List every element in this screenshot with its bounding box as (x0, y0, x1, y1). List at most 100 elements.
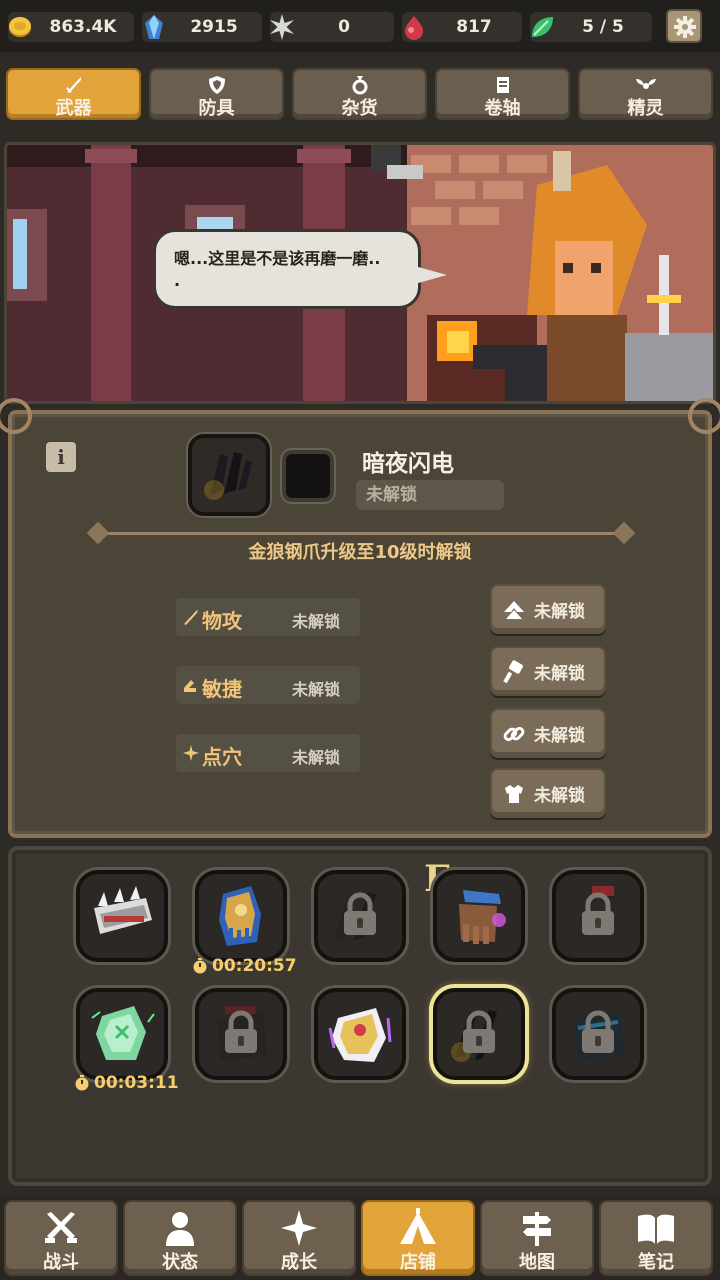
timer-value: 00:20:57 (212, 956, 297, 976)
craft-timer: 00:20:57 (192, 956, 297, 976)
stat-value: 未解锁 (292, 680, 341, 699)
crystal-counter[interactable]: 2915 (142, 12, 262, 42)
divider (92, 532, 632, 535)
inventory-slot-rune-glove[interactable] (433, 870, 525, 962)
star-value: 0 (338, 17, 350, 37)
selected-item-icon[interactable] (188, 434, 270, 516)
sparkle-icon (281, 1210, 317, 1246)
inventory-slot-golden-gauntlet[interactable] (195, 870, 287, 962)
star-burst-icon (270, 14, 294, 40)
skill-button-armor[interactable]: 未解锁 (490, 768, 606, 818)
stat-name: 敏捷 (202, 677, 242, 701)
nav-map-label: 地图 (519, 1252, 555, 1273)
jade-gauntlet-icon (91, 1006, 155, 1060)
lock-icon (582, 1010, 614, 1053)
nav-growth-label: 成长 (281, 1252, 317, 1273)
blacksmith-scene: 嗯...这里是不是该再磨一磨.. . (4, 142, 716, 404)
spiked-bracer-icon (94, 886, 152, 934)
unlock-requirement: 金狼钢爪升级至10级时解锁 (248, 542, 472, 563)
tab-scrolls[interactable]: 卷轴 (435, 68, 570, 120)
dark-claw-icon (204, 452, 252, 500)
book-icon (638, 1214, 674, 1244)
armor-icon (505, 785, 523, 803)
upgrade-arrow-icon (504, 601, 524, 619)
skill-label: 未解锁 (534, 664, 585, 684)
stat-row-attack: 物攻 未解锁 (176, 598, 360, 636)
inventory-slot-night-lightning[interactable] (433, 988, 525, 1080)
royal-glove-icon (328, 1008, 392, 1062)
nav-status[interactable]: 状态 (123, 1200, 237, 1276)
skill-button-forge[interactable]: 未解锁 (490, 646, 606, 696)
nav-map[interactable]: 地图 (480, 1200, 594, 1276)
timer-value: 00:03:11 (94, 1073, 179, 1093)
item-name: 暗夜闪电 (362, 451, 454, 477)
person-icon (166, 1212, 194, 1246)
tab-weapons[interactable]: 武器 (6, 68, 141, 120)
panel-corner-ornament (688, 398, 720, 434)
scroll-icon (496, 77, 509, 93)
stat-row-agility: 敏捷 未解锁 (176, 666, 360, 704)
ring-icon (352, 76, 367, 95)
star-counter[interactable]: 0 (270, 12, 394, 42)
nav-status-label: 状态 (162, 1252, 198, 1273)
inventory-slot-frost-claw[interactable] (552, 988, 644, 1080)
energy-value: 5 / 5 (582, 17, 624, 37)
tab-armor[interactable]: 防具 (149, 68, 284, 120)
sword-icon (184, 610, 198, 625)
speech-line-1: 嗯...这里是不是该再磨一磨.. (174, 249, 381, 268)
crossed-swords-icon (45, 1212, 77, 1243)
leaf-energy-icon (532, 17, 553, 37)
lock-icon (582, 892, 614, 935)
npc-speech-bubble[interactable]: 嗯...这里是不是该再磨一磨.. . (153, 229, 421, 309)
skill-button-link[interactable]: 未解锁 (490, 708, 606, 758)
shield-icon (208, 76, 225, 94)
nav-battle[interactable]: 战斗 (4, 1200, 118, 1276)
nav-notes-label: 笔记 (638, 1252, 674, 1273)
stat-value: 未解锁 (292, 612, 341, 631)
tab-spirits-label: 精灵 (627, 98, 664, 119)
resource-bar: 863.4K 2915 0 817 5 / 5 (0, 0, 720, 52)
lock-icon (463, 1010, 495, 1053)
golden-gauntlet-icon (219, 886, 261, 946)
ruby-icon (405, 16, 423, 40)
spark-icon (183, 745, 199, 761)
lock-icon (225, 1010, 257, 1053)
wings-icon (635, 79, 656, 89)
nav-notes[interactable]: 笔记 (599, 1200, 713, 1276)
hammer-icon (503, 660, 523, 684)
inventory-slot-iron-claw[interactable] (195, 988, 287, 1080)
inventory-slot-jade-gauntlet[interactable] (76, 988, 168, 1080)
settings-button[interactable] (666, 9, 702, 43)
tab-goods[interactable]: 杂货 (292, 68, 427, 120)
item-detail-panel: i 暗夜闪电 未解锁 金狼钢爪升级至10级时解锁 物攻 未解锁 敏捷 未解锁 点… (0, 398, 720, 838)
gem-socket[interactable] (282, 450, 334, 502)
tent-icon (400, 1208, 436, 1244)
energy-counter[interactable]: 5 / 5 (530, 12, 652, 42)
inventory-slot-royal-glove[interactable] (314, 988, 406, 1080)
nav-shop[interactable]: 店铺 (361, 1200, 475, 1276)
lock-icon (344, 892, 376, 935)
inventory-slot-blood-claw[interactable] (552, 870, 644, 962)
stat-name: 物攻 (202, 609, 242, 633)
gold-coin-icon (9, 17, 31, 37)
stat-name: 点穴 (202, 745, 242, 769)
panel-corner-ornament (0, 398, 32, 434)
stat-value: 未解锁 (292, 748, 341, 767)
nav-growth[interactable]: 成长 (242, 1200, 356, 1276)
tab-goods-label: 杂货 (341, 98, 378, 119)
ruby-value: 817 (456, 17, 492, 37)
stopwatch-icon (75, 1075, 89, 1091)
skill-label: 未解锁 (534, 602, 585, 622)
tab-spirits[interactable]: 精灵 (578, 68, 713, 120)
craft-timer: 00:03:11 (74, 1073, 179, 1093)
nav-battle-label: 战斗 (43, 1252, 79, 1273)
inventory-slot-dark-claw[interactable] (314, 870, 406, 962)
tab-scrolls-label: 卷轴 (484, 98, 521, 119)
signpost-icon (523, 1212, 551, 1246)
tab-armor-label: 防具 (198, 98, 235, 119)
skill-button-upgrade[interactable]: 未解锁 (490, 584, 606, 634)
info-button[interactable]: i (46, 442, 76, 472)
ruby-counter[interactable]: 817 (402, 12, 522, 42)
inventory-slot-spiked-bracer[interactable] (76, 870, 168, 962)
gold-counter[interactable]: 863.4K (8, 12, 134, 42)
